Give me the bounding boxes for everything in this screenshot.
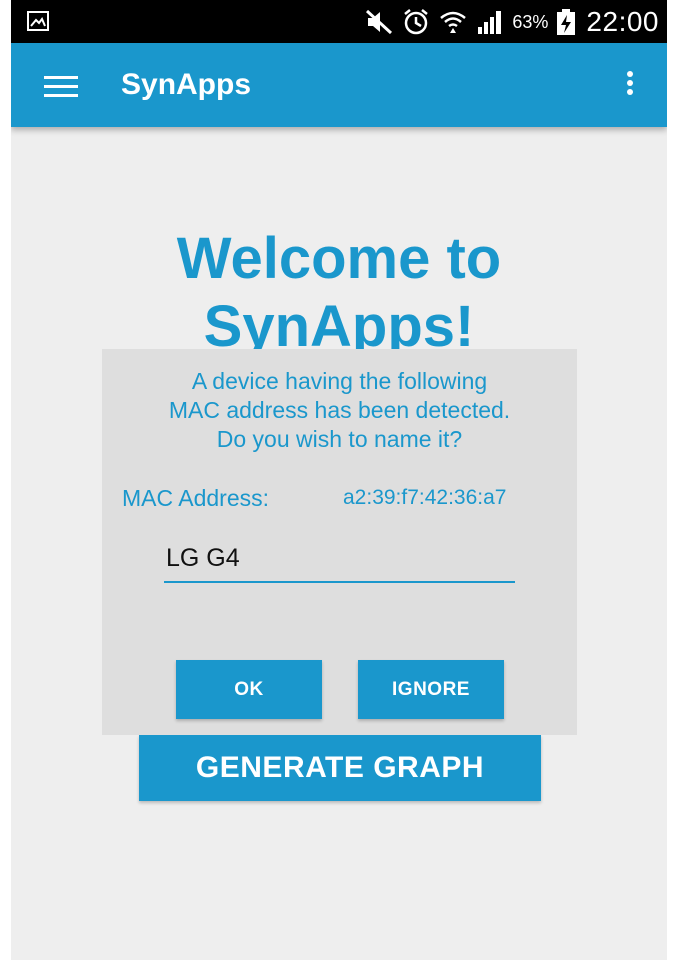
name-device-dialog: A device having the following MAC addres…: [102, 349, 577, 735]
dialog-message-line-1: A device having the following: [191, 368, 488, 394]
gallery-notification-icon: [27, 11, 49, 31]
welcome-heading: Welcome to SynApps!: [11, 225, 667, 349]
ok-button[interactable]: OK: [176, 660, 322, 719]
wifi-icon: [438, 8, 468, 36]
dialog-message-line-2: MAC address has been detected.: [168, 397, 511, 423]
clock: 22:00: [586, 6, 659, 37]
welcome-line-1: Welcome to: [176, 226, 502, 291]
dialog-message-line-3: Do you wish to name it?: [216, 426, 463, 452]
battery-percent: 63%: [512, 11, 549, 32]
alarm-icon: [402, 8, 430, 36]
status-bar: 63% 22:00: [11, 0, 667, 43]
dialog-message: A device having the following MAC addres…: [102, 367, 577, 454]
generate-graph-button[interactable]: GENERATE GRAPH: [139, 735, 541, 801]
app-title: SynApps: [121, 68, 252, 101]
mac-address-value: a2:39:f7:42:36:a7: [343, 486, 507, 509]
battery-charging-icon: [556, 8, 576, 36]
status-icons: 63% 22:00: [364, 4, 659, 40]
app-bar: SynApps: [11, 43, 667, 127]
ignore-button[interactable]: IGNORE: [358, 660, 504, 719]
welcome-line-2: SynApps!: [203, 294, 475, 349]
device-name-input[interactable]: [164, 535, 515, 583]
signal-icon: [476, 9, 504, 35]
more-vert-icon[interactable]: [623, 71, 637, 101]
mac-address-label: MAC Address:: [122, 485, 269, 511]
app-screen: 63% 22:00 SynApps Welcome to SynApps! GE…: [11, 0, 667, 960]
hamburger-menu-icon[interactable]: [44, 76, 78, 98]
mute-icon: [364, 9, 394, 35]
